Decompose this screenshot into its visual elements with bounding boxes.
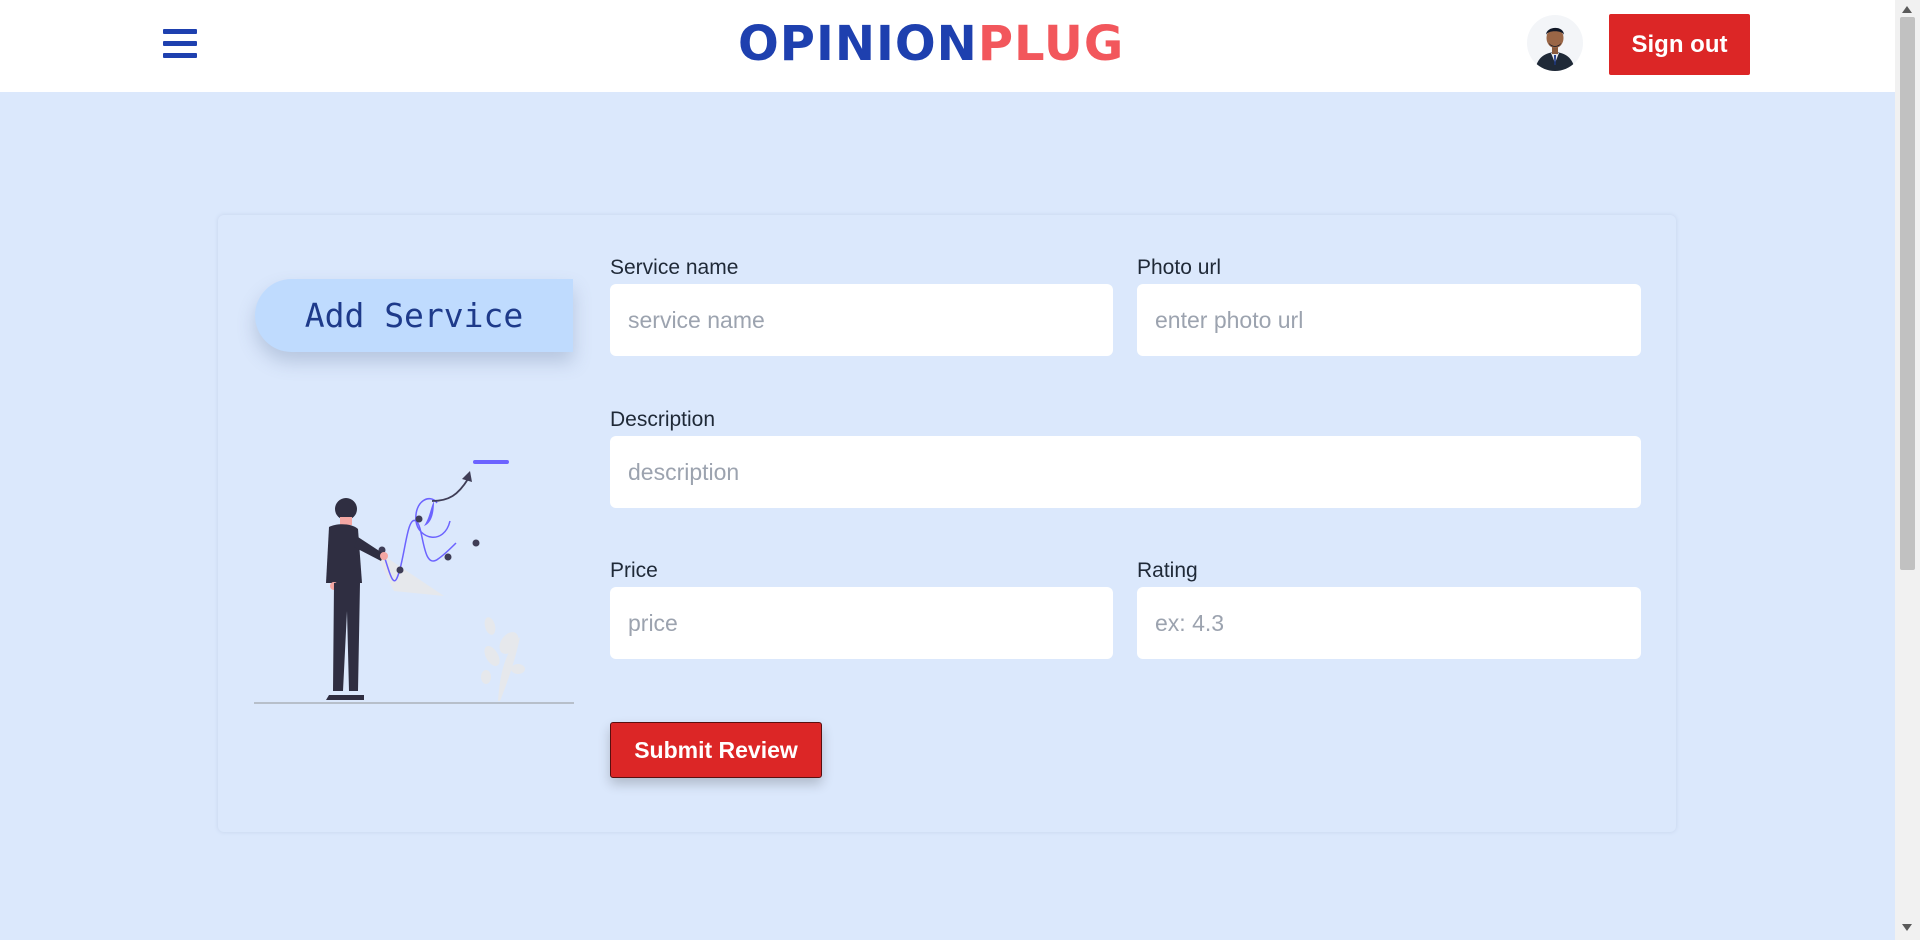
navbar: OPINIONPLUG Sign out [0, 0, 1895, 92]
photo-url-label: Photo url [1137, 256, 1222, 279]
photo-url-input[interactable] [1137, 284, 1641, 356]
add-service-heading: Add Service [255, 279, 573, 352]
scroll-up-arrow-icon[interactable] [1902, 6, 1912, 13]
vertical-scrollbar[interactable] [1895, 0, 1920, 940]
sign-out-button[interactable]: Sign out [1609, 14, 1750, 75]
logo-text-opinion: OPINION [738, 16, 978, 72]
service-name-input[interactable] [610, 284, 1113, 356]
logo-text-plug: PLUG [977, 16, 1125, 72]
description-label: Description [610, 408, 716, 431]
price-label: Price [610, 559, 658, 582]
rating-label: Rating [1137, 559, 1198, 582]
description-input[interactable] [610, 436, 1641, 508]
submit-review-button[interactable]: Submit Review [610, 722, 822, 778]
service-name-label: Service name [610, 256, 739, 279]
site-logo[interactable]: OPINIONPLUG [738, 14, 1124, 74]
scrollbar-thumb[interactable] [1900, 17, 1915, 570]
hamburger-menu-icon[interactable] [163, 29, 197, 59]
presentation-illustration [254, 460, 574, 704]
scroll-down-arrow-icon[interactable] [1902, 924, 1912, 931]
user-avatar[interactable] [1527, 15, 1583, 71]
price-input[interactable] [610, 587, 1113, 659]
rating-input[interactable] [1137, 587, 1641, 659]
